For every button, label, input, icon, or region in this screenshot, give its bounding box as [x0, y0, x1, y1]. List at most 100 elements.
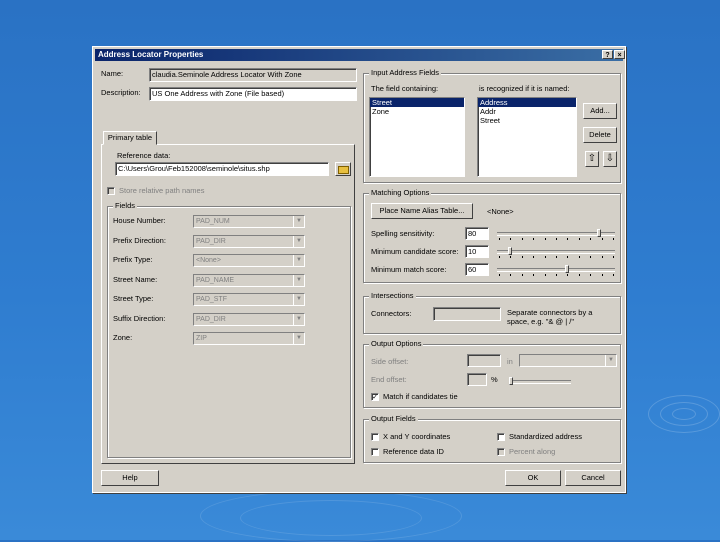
- list-item[interactable]: Addr: [478, 107, 576, 116]
- place-name-alias-button[interactable]: Place Name Alias Table...: [371, 203, 473, 219]
- field-row-value: PAD_DIR: [196, 237, 226, 245]
- slider-thumb[interactable]: [565, 265, 570, 273]
- percent-label: %: [491, 375, 498, 384]
- field-list[interactable]: Street Zone: [369, 97, 465, 177]
- field-row-select[interactable]: PAD_NAME ▼: [193, 273, 305, 287]
- field-row-value: PAD_DIR: [196, 315, 226, 323]
- slider-tick: [601, 256, 603, 258]
- input-address-title: Input Address Fields: [369, 68, 441, 78]
- ref-data-id-label: Reference data ID: [383, 447, 444, 456]
- chevron-down-icon: ▼: [293, 255, 304, 266]
- recognized-label: is recognized if it is named:: [479, 84, 570, 93]
- store-relative-checkbox[interactable]: [107, 187, 115, 195]
- slider-tick: [601, 238, 603, 240]
- spelling-sensitivity-field[interactable]: 80: [465, 227, 489, 240]
- move-down-icon[interactable]: ⇩: [603, 151, 617, 167]
- address-locator-dialog: Address Locator Properties ? × Name: cla…: [92, 46, 626, 493]
- end-offset-field[interactable]: [467, 373, 487, 386]
- move-up-icon[interactable]: ⇧: [585, 151, 599, 167]
- in-label: in: [507, 357, 513, 366]
- chevron-down-icon: ▼: [293, 294, 304, 305]
- reference-data-field[interactable]: C:\Users\Grou\Feb152008\seminole\situs.s…: [115, 162, 329, 176]
- field-row-value: ZIP: [196, 335, 207, 342]
- field-row-label: House Number:: [113, 216, 166, 225]
- matching-options-title: Matching Options: [369, 188, 432, 198]
- browse-folder-button[interactable]: [335, 162, 351, 176]
- fields-group-title: Fields: [113, 201, 138, 211]
- list-item[interactable]: Street: [370, 98, 464, 107]
- spelling-sensitivity-slider[interactable]: [497, 229, 615, 240]
- field-row-label: Prefix Direction:: [113, 235, 166, 245]
- slider-tick: [521, 256, 523, 258]
- field-row-select[interactable]: PAD_DIR ▼: [193, 234, 305, 248]
- slider-tick: [510, 256, 512, 258]
- offset-units-select[interactable]: ▼: [519, 354, 617, 367]
- slider-tick: [567, 256, 569, 258]
- connectors-field[interactable]: [433, 307, 501, 321]
- slider-tick: [613, 256, 614, 258]
- chevron-down-icon: ▼: [293, 235, 304, 247]
- slider-tick: [590, 238, 592, 240]
- slider-tick: [544, 274, 546, 276]
- standardized-checkbox[interactable]: [497, 433, 505, 441]
- intersections-title: Intersections: [369, 291, 416, 301]
- field-row-select[interactable]: PAD_DIR ▼: [193, 312, 305, 326]
- field-row-select[interactable]: <None> ▼: [193, 254, 305, 267]
- ok-button[interactable]: OK: [505, 470, 561, 486]
- help-icon[interactable]: ?: [602, 50, 613, 59]
- list-item[interactable]: Street: [478, 116, 576, 125]
- slider-tick: [544, 256, 546, 258]
- slider-tick: [521, 274, 523, 276]
- side-offset-label: Side offset:: [371, 357, 409, 366]
- output-fields-title: Output Fields: [369, 414, 418, 424]
- output-options-title: Output Options: [369, 339, 424, 349]
- slider-track: [497, 250, 615, 254]
- tab-primary-table[interactable]: Primary table: [103, 131, 157, 145]
- min-candidate-slider[interactable]: [497, 247, 615, 258]
- slider-tick: [533, 256, 535, 258]
- slider-tick: [510, 274, 512, 276]
- description-field[interactable]: US One Address with Zone (File based): [149, 87, 357, 101]
- ref-data-id-checkbox[interactable]: [371, 448, 379, 456]
- slider-tick: [578, 238, 580, 240]
- folder-icon: [337, 166, 349, 174]
- slider-thumb[interactable]: [597, 229, 602, 237]
- store-relative-label: Store relative path names: [119, 186, 205, 195]
- connectors-label: Connectors:: [371, 309, 412, 318]
- cancel-button[interactable]: Cancel: [565, 470, 621, 486]
- list-item[interactable]: Zone: [370, 107, 464, 116]
- min-candidate-field[interactable]: 10: [465, 245, 489, 258]
- field-row-label: Suffix Direction:: [113, 313, 166, 323]
- slider-thumb[interactable]: [509, 377, 513, 385]
- match-if-tie-checkbox[interactable]: ✓: [371, 393, 379, 401]
- help-button[interactable]: Help: [101, 470, 159, 486]
- end-offset-slider[interactable]: [509, 377, 571, 387]
- min-match-slider[interactable]: [497, 265, 615, 276]
- field-row-select[interactable]: ZIP ▼: [193, 332, 305, 345]
- xy-checkbox[interactable]: [371, 433, 379, 441]
- percent-along-checkbox[interactable]: [497, 448, 505, 456]
- field-row-value: PAD_NAME: [196, 276, 234, 284]
- list-item[interactable]: Address: [478, 98, 576, 107]
- field-row-label: Street Name:: [113, 274, 158, 284]
- min-match-field[interactable]: 60: [465, 263, 489, 276]
- add-button[interactable]: Add...: [583, 103, 617, 119]
- end-offset-label: End offset:: [371, 375, 407, 384]
- slider-tick: [578, 256, 580, 258]
- slider-tick: [499, 274, 500, 276]
- close-icon[interactable]: ×: [614, 50, 625, 59]
- field-containing-label: The field containing:: [371, 84, 439, 93]
- slider-thumb[interactable]: [508, 247, 513, 255]
- field-row-label: Zone:: [113, 333, 133, 342]
- chevron-down-icon: ▼: [293, 313, 304, 325]
- slider-tick: [533, 238, 535, 240]
- delete-button[interactable]: Delete: [583, 127, 617, 143]
- slider-tick: [567, 274, 569, 276]
- field-row-select[interactable]: PAD_NUM ▼: [193, 215, 305, 228]
- side-offset-field[interactable]: [467, 354, 501, 367]
- field-row-select[interactable]: PAD_STF ▼: [193, 293, 305, 306]
- spelling-sensitivity-label: Spelling sensitivity:: [371, 229, 435, 238]
- slider-tick: [499, 256, 500, 258]
- alias-list[interactable]: Address Addr Street: [477, 97, 577, 177]
- name-field[interactable]: claudia.Seminole Address Locator With Zo…: [149, 68, 357, 82]
